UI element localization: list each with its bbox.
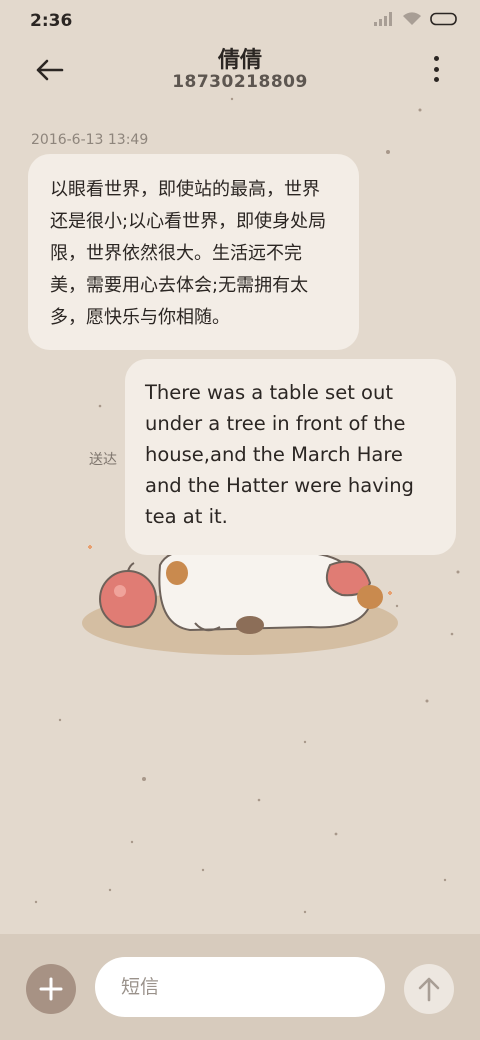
more-options-button[interactable] bbox=[428, 56, 444, 82]
status-time: 2:36 bbox=[30, 11, 73, 31]
incoming-message-bubble[interactable]: 以眼看世界，即使站的最高，世界还是很小;以心看世界，即使身处局限，世界依然很大。… bbox=[28, 154, 359, 350]
outgoing-message-bubble[interactable]: There was a table set out under a tree i… bbox=[125, 359, 456, 555]
message-timestamp: 2016-6-13 13:49 bbox=[31, 132, 149, 148]
add-attachment-button[interactable] bbox=[26, 964, 76, 1014]
battery-icon bbox=[430, 12, 457, 26]
status-bar: 2:36 bbox=[0, 0, 480, 40]
more-dot bbox=[433, 66, 439, 72]
conversation-header: 倩倩 18730218809 bbox=[0, 40, 480, 110]
status-icons bbox=[374, 12, 458, 26]
message-input[interactable] bbox=[95, 957, 385, 1017]
compose-bar bbox=[0, 934, 480, 1040]
wifi-icon bbox=[403, 12, 421, 25]
send-arrow-icon bbox=[418, 977, 440, 1002]
send-button[interactable] bbox=[404, 964, 454, 1014]
signal-icon bbox=[374, 12, 392, 26]
contact-number: 18730218809 bbox=[172, 72, 308, 92]
contact-name: 倩倩 bbox=[217, 48, 262, 73]
delivery-status: 送达 bbox=[89, 452, 117, 468]
more-dot bbox=[433, 56, 439, 61]
more-dot bbox=[433, 77, 439, 82]
plus-icon bbox=[39, 977, 63, 1001]
